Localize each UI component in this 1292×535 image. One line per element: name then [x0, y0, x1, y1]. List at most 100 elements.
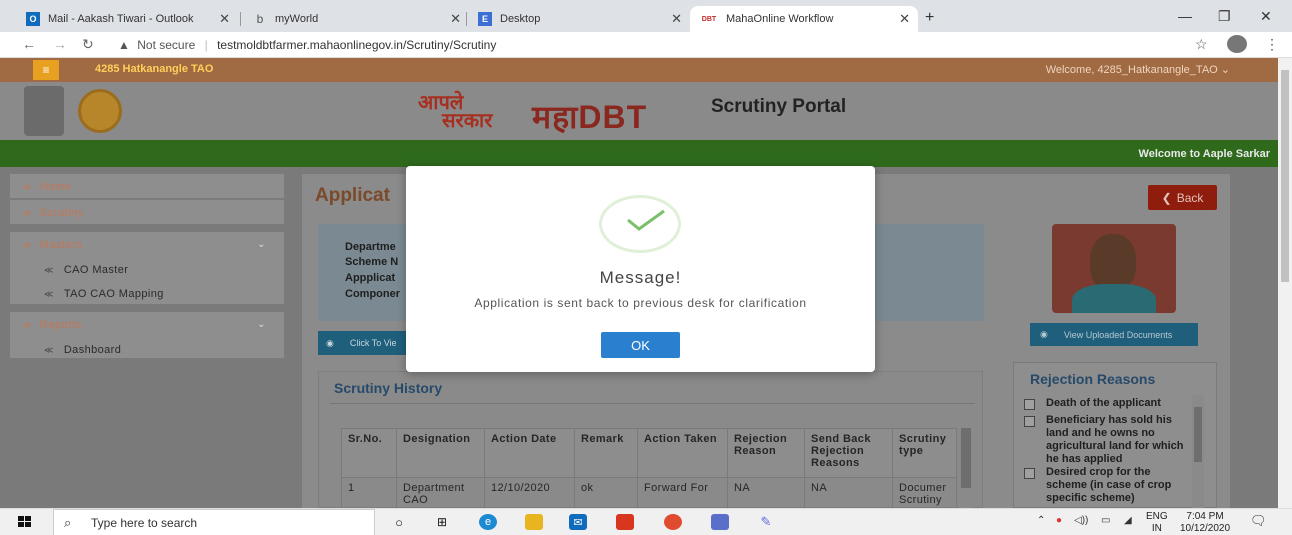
taskbar-clock[interactable]: 7:04 PM 10/12/2020 [1180, 511, 1230, 535]
info-label-application: Appplicat [345, 272, 396, 284]
wifi-icon[interactable]: ◢ [1124, 515, 1132, 526]
restore-icon[interactable]: ❐ [1218, 8, 1231, 25]
windows-start-icon[interactable] [18, 516, 32, 528]
modal-title: Message! [599, 268, 682, 287]
portal-title: Scrutiny Portal [711, 96, 847, 117]
teams-icon[interactable] [711, 514, 729, 530]
maharashtra-seal-logo [78, 89, 122, 133]
rejection-reason-item[interactable]: Desired crop for the scheme (in case of … [1024, 466, 1194, 505]
angle-double-icon: ≪ [44, 288, 54, 299]
hamburger-menu-icon[interactable]: ≡ [33, 60, 59, 80]
sidebar-item-cao-master[interactable]: ≪ CAO Master [10, 258, 284, 282]
tab-myworld[interactable]: b myWorld ✕ [243, 6, 469, 32]
info-label-department: Departme [345, 241, 396, 253]
chevron-left-icon: ❮ [1161, 190, 1172, 205]
sidebar-item-masters[interactable]: ≪ Masters ⌄ [10, 232, 284, 258]
new-tab-icon[interactable]: + [925, 9, 934, 27]
col-header: Scrutiny type [892, 428, 957, 478]
rejection-reason-item[interactable]: Beneficiary has sold his land and he own… [1024, 414, 1194, 466]
user-welcome-menu[interactable]: Welcome, 4285_Hatkanangle_TAO ⌄ [1046, 63, 1230, 76]
close-tab-icon[interactable]: ✕ [219, 11, 230, 27]
sidebar-item-tao-cao-mapping[interactable]: ≪ TAO CAO Mapping [10, 282, 284, 306]
bookmark-star-icon[interactable]: ☆ [1195, 36, 1208, 53]
info-label-component: Componer [345, 288, 400, 300]
cortana-icon[interactable]: ○ [390, 514, 408, 530]
volume-icon[interactable]: ◁)) [1074, 515, 1088, 526]
outlook-icon: O [26, 12, 40, 26]
checkbox[interactable] [1024, 416, 1035, 427]
chevron-down-icon: ⌄ [257, 319, 266, 330]
mail-icon[interactable]: ✉ [569, 514, 587, 530]
tab-mahaonline-workflow[interactable]: DBT MahaOnline Workflow ✕ [690, 6, 918, 32]
close-tab-icon[interactable]: ✕ [450, 11, 461, 27]
welcome-marquee: Welcome to Aaple Sarkar [1138, 148, 1270, 160]
profile-avatar[interactable] [1227, 35, 1247, 53]
forward-arrow-icon[interactable]: → [53, 36, 67, 52]
search-icon: ⌕ [64, 515, 72, 530]
table-scrollbar[interactable] [959, 416, 973, 508]
minimize-icon[interactable]: — [1178, 8, 1192, 24]
myworld-icon: b [256, 12, 264, 26]
table-row: 1 Department CAO 12/10/2020 ok Forward F… [341, 477, 957, 510]
national-emblem-logo [24, 86, 64, 136]
reload-icon[interactable]: ↻ [82, 36, 94, 53]
page-scrollbar[interactable] [1278, 58, 1292, 508]
chrome-icon[interactable] [664, 514, 682, 530]
sidebar-item-scrutiny[interactable]: ≪ Scrutiny [9, 199, 285, 225]
language-indicator[interactable]: ENG IN [1146, 511, 1168, 535]
file-explorer-icon[interactable] [525, 514, 543, 530]
close-tab-icon[interactable]: ✕ [671, 11, 682, 27]
battery-icon[interactable]: ▭ [1101, 515, 1110, 526]
angle-double-icon: ≪ [22, 239, 32, 250]
ok-button[interactable]: OK [601, 332, 680, 358]
tab-outlook[interactable]: O Mail - Aakash Tiwari - Outlook ✕ [16, 6, 238, 32]
dbt-icon: DBT [701, 15, 717, 23]
tray-chevron-up-icon[interactable]: ⌃ [1037, 515, 1045, 526]
windows-taskbar: ⌕ Type here to search ○ ⊞ e ✉ ✎ ⌃ ● ◁)) … [0, 508, 1292, 535]
office-icon[interactable] [616, 514, 634, 530]
office-name: 4285 Hatkanangle TAO [95, 63, 214, 75]
network-icon[interactable]: ● [1056, 515, 1062, 526]
desktop-icon: E [478, 12, 492, 26]
rejection-reason-item[interactable]: Death of the applicant [1024, 397, 1194, 410]
tab-desktop[interactable]: E Desktop ✕ [468, 6, 690, 32]
close-window-icon[interactable]: ✕ [1260, 8, 1272, 25]
scrutiny-history-table: Sr.No. Designation Action Date Remark Ac… [341, 428, 957, 510]
paint-icon[interactable]: ✎ [757, 514, 775, 530]
angle-double-icon: ≪ [44, 344, 54, 355]
eye-icon: ◉ [326, 337, 334, 348]
col-header: Rejection Reason [727, 428, 805, 478]
sidebar-item-dashboard[interactable]: ≪ Dashboard [10, 338, 284, 362]
sidebar-item-home[interactable]: ≪ Home [9, 173, 285, 199]
edge-icon[interactable]: e [479, 514, 497, 530]
notification-icon[interactable]: 🗨 [1250, 513, 1267, 529]
eye-icon: ◉ [1040, 329, 1048, 339]
browser-menu-icon[interactable]: ⋮ [1265, 36, 1279, 53]
welcome-marquee-bar: Welcome to Aaple Sarkar [0, 140, 1278, 167]
task-view-icon[interactable]: ⊞ [433, 514, 451, 530]
rejection-scrollbar[interactable] [1192, 395, 1204, 508]
col-header: Remark [574, 428, 638, 478]
col-header: Send Back Rejection Reasons [804, 428, 893, 478]
col-header: Designation [396, 428, 485, 478]
taskbar-search-input[interactable]: ⌕ Type here to search [53, 509, 375, 535]
close-tab-icon[interactable]: ✕ [899, 11, 910, 27]
browser-tab-bar: O Mail - Aakash Tiwari - Outlook ✕ b myW… [0, 0, 1292, 32]
angle-double-icon: ≪ [44, 264, 54, 275]
checkbox[interactable] [1024, 468, 1035, 479]
sidebar-group-reports: ≪ Reports ⌄ ≪ Dashboard [9, 311, 285, 359]
angle-double-icon: ≪ [22, 181, 32, 192]
url-field[interactable]: ▲ Not secure | testmoldbtfarmer.mahaonli… [118, 38, 496, 52]
view-uploaded-documents-button[interactable]: ◉ View Uploaded Documents [1030, 323, 1198, 346]
checkbox[interactable] [1024, 399, 1035, 410]
col-header: Action Date [484, 428, 575, 478]
applicant-photo [1052, 224, 1176, 313]
page-title: Applicat [315, 185, 390, 206]
sidebar-item-reports[interactable]: ≪ Reports ⌄ [10, 312, 284, 338]
site-top-strip: ≡ 4285 Hatkanangle TAO Welcome, 4285_Hat… [0, 58, 1278, 82]
click-to-view-button[interactable]: ◉ Click To Vie [318, 331, 408, 355]
col-header: Sr.No. [341, 428, 397, 478]
site-banner: आपले सरकार महाDBT Scrutiny Portal [0, 82, 1278, 140]
back-button[interactable]: ❮ Back [1148, 185, 1217, 210]
back-arrow-icon[interactable]: ← [22, 36, 36, 52]
